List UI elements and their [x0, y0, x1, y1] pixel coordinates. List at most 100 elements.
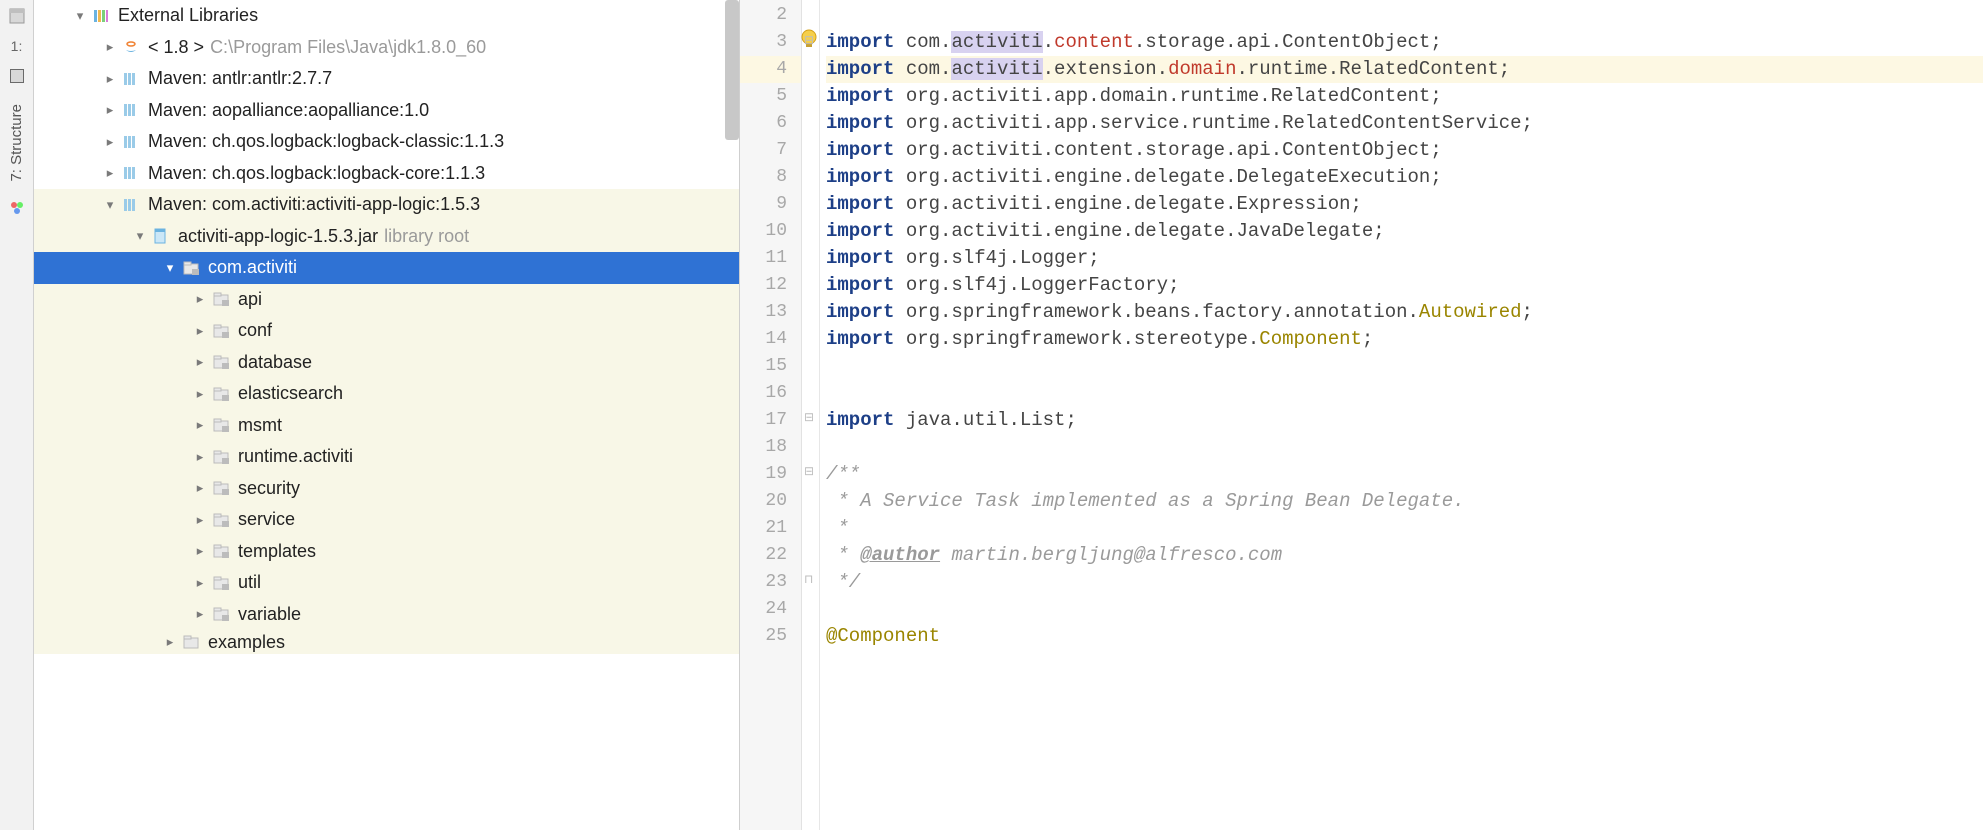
tree-node-package[interactable]: ▸runtime.activiti: [34, 441, 739, 473]
code-line[interactable]: /**: [826, 461, 1983, 488]
line-number[interactable]: 18: [740, 434, 801, 461]
favorites-toolwin-icon[interactable]: [9, 68, 25, 84]
code-line[interactable]: @Component: [826, 623, 1983, 650]
tree-node-jdk[interactable]: ▸ < 1.8 > C:\Program Files\Java\jdk1.8.0…: [34, 32, 739, 64]
tree-node-package[interactable]: ▸variable: [34, 599, 739, 631]
line-number[interactable]: 15: [740, 353, 801, 380]
code-line[interactable]: */: [826, 569, 1983, 596]
fold-end-icon[interactable]: ⊓: [804, 572, 813, 586]
tree-node-package[interactable]: ▸templates: [34, 536, 739, 568]
chevron-right-icon[interactable]: ▸: [190, 575, 210, 591]
fold-start-icon[interactable]: ⊟: [804, 33, 814, 47]
line-number[interactable]: 25: [740, 623, 801, 650]
chevron-right-icon[interactable]: ▸: [190, 354, 210, 370]
line-number[interactable]: 14: [740, 326, 801, 353]
tree-node-package[interactable]: ▸security: [34, 473, 739, 505]
tree-node-package[interactable]: ▸elasticsearch: [34, 378, 739, 410]
chevron-right-icon[interactable]: ▸: [190, 417, 210, 433]
line-number[interactable]: 4: [740, 56, 801, 83]
chevron-right-icon[interactable]: ▸: [100, 165, 120, 181]
chevron-down-icon[interactable]: ▾: [70, 8, 90, 24]
tree-node-library[interactable]: ▾Maven: com.activiti:activiti-app-logic:…: [34, 189, 739, 221]
line-number[interactable]: 3: [740, 29, 801, 56]
tree-node-package[interactable]: ▸database: [34, 347, 739, 379]
code-line[interactable]: import org.springframework.beans.factory…: [826, 299, 1983, 326]
editor-gutter[interactable]: 2345678910111213141516171819202122232425: [740, 0, 802, 830]
code-line[interactable]: import org.activiti.engine.delegate.Java…: [826, 218, 1983, 245]
code-line[interactable]: import org.springframework.stereotype.Co…: [826, 326, 1983, 353]
line-number[interactable]: 2: [740, 2, 801, 29]
chevron-down-icon[interactable]: ▾: [160, 260, 180, 276]
fold-start-icon[interactable]: ⊟: [804, 410, 814, 424]
code-line[interactable]: import org.activiti.app.domain.runtime.R…: [826, 83, 1983, 110]
line-number[interactable]: 19: [740, 461, 801, 488]
line-number[interactable]: 20: [740, 488, 801, 515]
tree-node-library[interactable]: ▸Maven: antlr:antlr:2.7.7: [34, 63, 739, 95]
line-number[interactable]: 8: [740, 164, 801, 191]
chevron-right-icon[interactable]: ▸: [100, 71, 120, 87]
project-toolwin-icon[interactable]: [9, 8, 25, 24]
line-number[interactable]: 17: [740, 407, 801, 434]
line-number[interactable]: 5: [740, 83, 801, 110]
code-line[interactable]: import java.util.List;: [826, 407, 1983, 434]
code-line[interactable]: [826, 596, 1983, 623]
chevron-right-icon[interactable]: ▸: [190, 449, 210, 465]
chevron-right-icon[interactable]: ▸: [190, 606, 210, 622]
tree-node-package[interactable]: ▸msmt: [34, 410, 739, 442]
tree-node-library[interactable]: ▸Maven: ch.qos.logback:logback-core:1.1.…: [34, 158, 739, 190]
chevron-right-icon[interactable]: ▸: [160, 634, 180, 650]
code-line[interactable]: [826, 380, 1983, 407]
tree-node-jar[interactable]: ▾ activiti-app-logic-1.5.3.jar library r…: [34, 221, 739, 253]
project-toolwin-label[interactable]: 1:: [11, 38, 23, 54]
tree-node-package[interactable]: ▸conf: [34, 315, 739, 347]
code-line[interactable]: * A Service Task implemented as a Spring…: [826, 488, 1983, 515]
tree-node-external-libraries[interactable]: ▾ External Libraries: [34, 0, 739, 32]
code-line[interactable]: import com.activiti.content.storage.api.…: [826, 29, 1983, 56]
line-number[interactable]: 24: [740, 596, 801, 623]
line-number[interactable]: 6: [740, 110, 801, 137]
line-number[interactable]: 13: [740, 299, 801, 326]
line-number[interactable]: 22: [740, 542, 801, 569]
project-tree[interactable]: ▾ External Libraries ▸ < 1.8 > C:\Progra…: [34, 0, 740, 830]
code-line[interactable]: import org.slf4j.LoggerFactory;: [826, 272, 1983, 299]
chevron-right-icon[interactable]: ▸: [100, 39, 120, 55]
line-number[interactable]: 11: [740, 245, 801, 272]
line-number[interactable]: 10: [740, 218, 801, 245]
fold-start-icon[interactable]: ⊟: [804, 464, 814, 478]
chevron-right-icon[interactable]: ▸: [190, 323, 210, 339]
code-line[interactable]: * @author martin.bergljung@alfresco.com: [826, 542, 1983, 569]
tree-node-package[interactable]: ▸service: [34, 504, 739, 536]
tree-node-library[interactable]: ▸Maven: aopalliance:aopalliance:1.0: [34, 95, 739, 127]
tree-node-package[interactable]: ▸api: [34, 284, 739, 316]
chevron-right-icon[interactable]: ▸: [190, 291, 210, 307]
code-line[interactable]: import org.activiti.content.storage.api.…: [826, 137, 1983, 164]
tree-node-selected-package[interactable]: ▾ com.activiti: [34, 252, 739, 284]
line-number[interactable]: 12: [740, 272, 801, 299]
line-number[interactable]: 23: [740, 569, 801, 596]
code-line[interactable]: import org.activiti.engine.delegate.Expr…: [826, 191, 1983, 218]
tree-node-examples[interactable]: ▸ examples: [34, 630, 739, 654]
structure-toolwin-icon[interactable]: [9, 200, 25, 216]
code-line[interactable]: [826, 353, 1983, 380]
chevron-right-icon[interactable]: ▸: [100, 102, 120, 118]
code-line[interactable]: import com.activiti.extension.domain.run…: [826, 56, 1983, 83]
code-line[interactable]: [826, 434, 1983, 461]
tree-node-package[interactable]: ▸util: [34, 567, 739, 599]
tree-scrollbar[interactable]: [725, 0, 739, 140]
structure-toolwin-button[interactable]: 7: Structure: [8, 104, 25, 182]
chevron-right-icon[interactable]: ▸: [100, 134, 120, 150]
chevron-right-icon[interactable]: ▸: [190, 386, 210, 402]
tree-node-library[interactable]: ▸Maven: ch.qos.logback:logback-classic:1…: [34, 126, 739, 158]
code-line[interactable]: [826, 2, 1983, 29]
line-number[interactable]: 9: [740, 191, 801, 218]
code-line[interactable]: import org.slf4j.Logger;: [826, 245, 1983, 272]
code-line[interactable]: import org.activiti.engine.delegate.Dele…: [826, 164, 1983, 191]
line-number[interactable]: 16: [740, 380, 801, 407]
chevron-down-icon[interactable]: ▾: [100, 197, 120, 213]
code-line[interactable]: *: [826, 515, 1983, 542]
chevron-right-icon[interactable]: ▸: [190, 480, 210, 496]
line-number[interactable]: 21: [740, 515, 801, 542]
chevron-right-icon[interactable]: ▸: [190, 512, 210, 528]
code-editor[interactable]: import com.activiti.content.storage.api.…: [820, 0, 1983, 830]
code-line[interactable]: import org.activiti.app.service.runtime.…: [826, 110, 1983, 137]
